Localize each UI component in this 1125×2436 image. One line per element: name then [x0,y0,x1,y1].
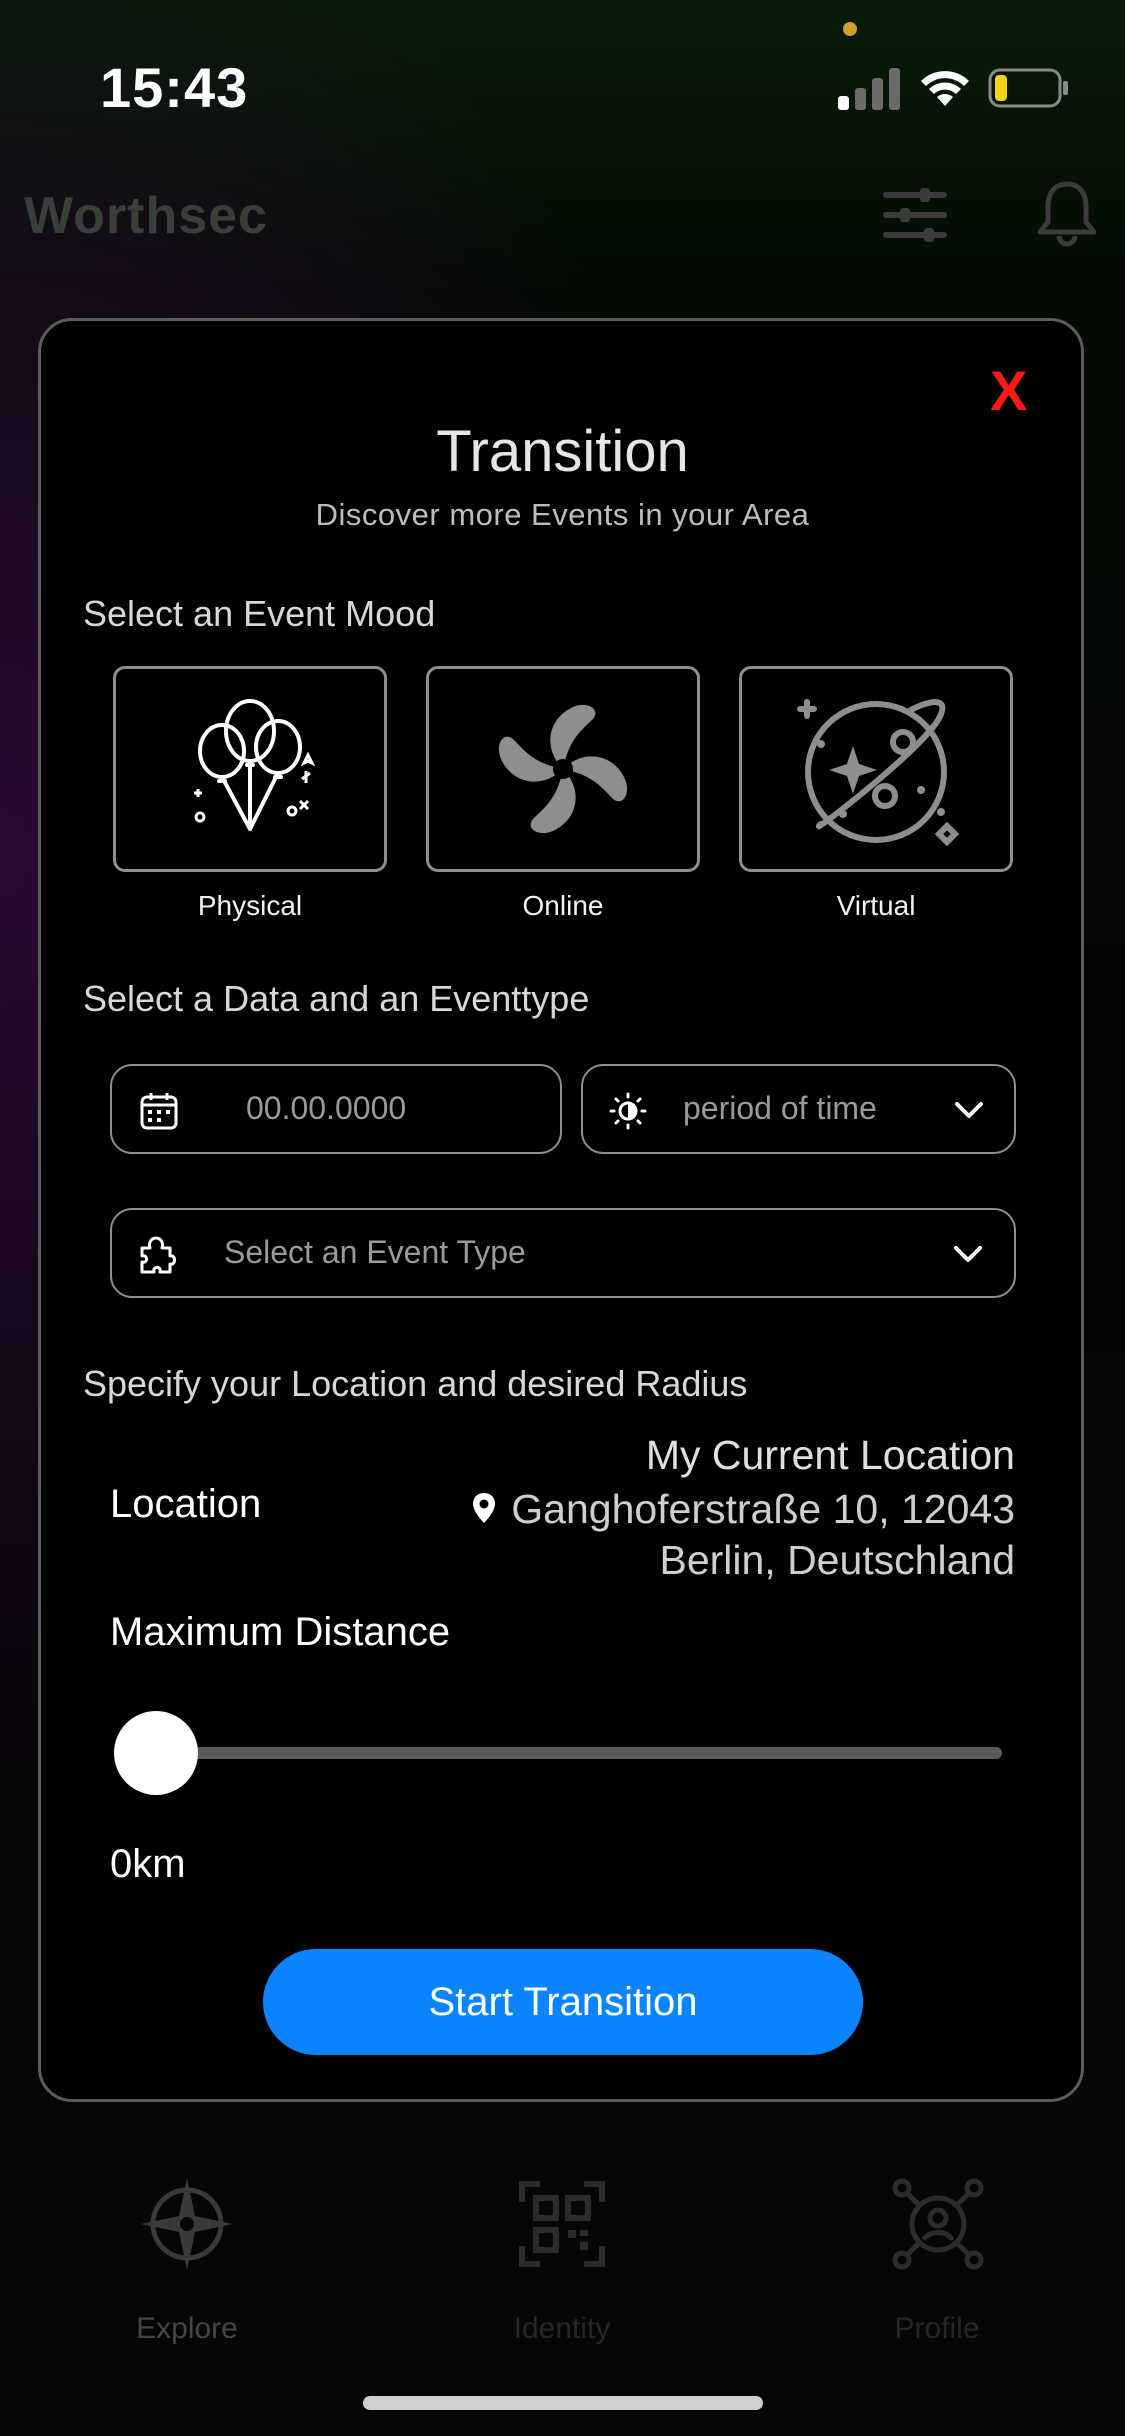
chevron-down-icon [954,1246,982,1262]
mood-card-virtual[interactable] [739,666,1013,872]
distance-value: 0km [110,1842,186,1886]
mood-card-online[interactable] [426,666,700,872]
calendar-icon [140,1093,178,1130]
pinwheel-icon [498,704,628,834]
address-line-1: Ganghoferstraße 10, 12043 [511,1486,1015,1532]
location-address[interactable]: Ganghoferstraße 10, 12043 Berlin, Deutsc… [471,1484,1015,1586]
event-type-select[interactable]: Select an Event Type [110,1208,1016,1298]
address-line-2: Berlin, Deutschland [659,1537,1015,1583]
date-eventtype-section-label: Select a Data and an Eventtype [83,978,590,1019]
bell-icon[interactable] [1032,178,1102,248]
close-button[interactable]: X [990,358,1027,423]
maximum-distance-label: Maximum Distance [110,1610,451,1654]
qr-code-icon[interactable] [514,2176,610,2272]
event-mood-section-label: Select an Event Mood [83,593,436,634]
modal-title: Transition [436,419,689,484]
event-type-select-value: Select an Event Type [224,1234,526,1270]
location-pin-icon [473,1493,496,1523]
puzzle-icon [140,1236,176,1274]
period-select-value: period of time [683,1090,877,1126]
app-title: Worthsec [24,187,268,245]
sliders-icon[interactable] [880,180,950,250]
date-field[interactable]: 00.00.0000 [110,1064,562,1154]
distance-slider-track[interactable] [150,1747,1002,1759]
mood-label-online: Online [522,890,604,921]
cellular-signal-icon [838,66,900,110]
battery-icon [988,68,1068,108]
home-indicator[interactable] [363,2396,763,2410]
start-transition-button[interactable]: Start Transition [263,1949,863,2055]
nav-label-identity[interactable]: Identity [442,2312,682,2346]
distance-slider-thumb[interactable] [114,1711,198,1795]
mood-label-physical: Physical [197,890,303,921]
date-field-placeholder: 00.00.0000 [246,1090,407,1126]
camera-indicator-dot [843,22,857,36]
nav-label-profile[interactable]: Profile [817,2312,1057,2346]
wifi-icon [921,71,969,106]
modal-subtitle: Discover more Events in your Area [315,497,810,532]
location-section-label: Specify your Location and desired Radius [83,1363,748,1404]
chevron-down-icon [955,1102,983,1118]
location-title[interactable]: My Current Location [646,1432,1015,1479]
balloons-icon [194,699,316,831]
brightness-icon [609,1092,647,1130]
mood-card-physical[interactable] [113,666,387,872]
nav-label-explore[interactable]: Explore [67,2312,307,2346]
profile-network-icon[interactable] [890,2176,986,2272]
planet-icon [797,699,960,847]
compass-icon[interactable] [139,2176,235,2272]
mood-label-virtual: Virtual [836,890,916,921]
location-label: Location [110,1482,262,1526]
period-of-time-select[interactable]: period of time [581,1064,1016,1154]
status-time: 15:43 [100,56,249,119]
